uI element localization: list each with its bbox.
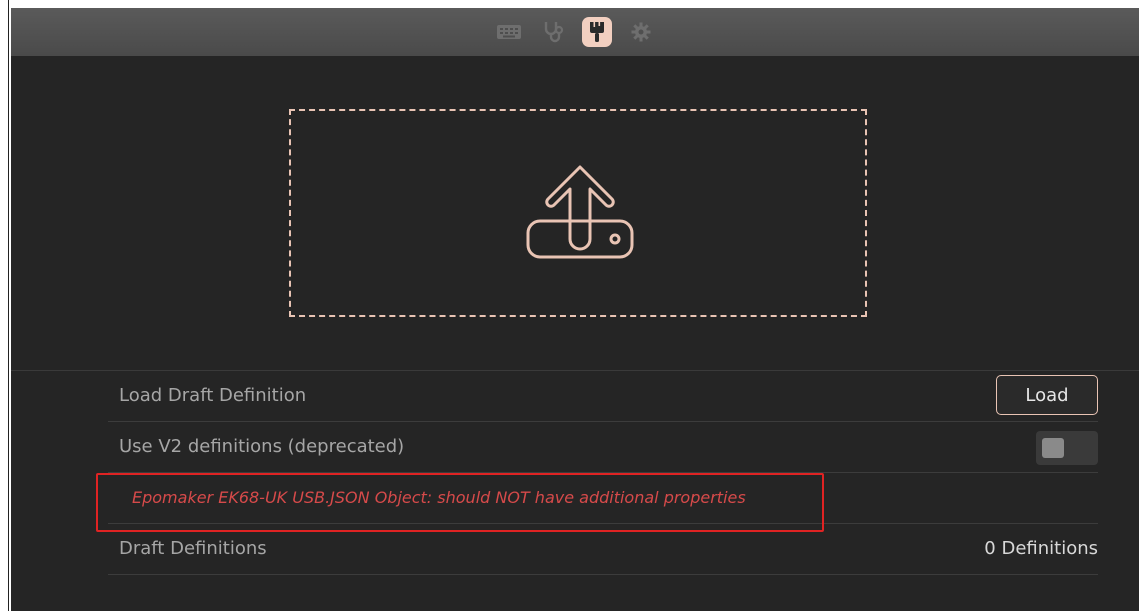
use-v2-label: Use V2 definitions (deprecated) xyxy=(119,436,405,457)
nav-design-button[interactable] xyxy=(582,17,612,47)
nav-test-button[interactable] xyxy=(538,17,568,47)
error-highlight-box xyxy=(96,473,824,532)
nav-settings-button[interactable] xyxy=(626,17,656,47)
stethoscope-icon xyxy=(544,22,564,43)
paintbrush-icon xyxy=(590,22,604,42)
nav-configure-button[interactable] xyxy=(494,17,524,47)
definitions-count: 0 Definitions xyxy=(984,538,1098,559)
draft-definitions-label: Draft Definitions xyxy=(119,538,267,559)
toggle-knob xyxy=(1042,438,1064,458)
load-draft-label: Load Draft Definition xyxy=(119,385,307,406)
load-button[interactable]: Load xyxy=(996,375,1098,415)
keyboard-icon xyxy=(497,25,521,39)
left-edge-border xyxy=(0,0,11,611)
use-v2-toggle[interactable] xyxy=(1036,431,1098,465)
upload-icon xyxy=(526,165,634,259)
gear-icon xyxy=(631,22,651,42)
load-draft-row: Load Draft Definition Load xyxy=(108,371,1098,422)
definition-dropzone[interactable] xyxy=(289,109,867,317)
app-window: Load Draft Definition Load Use V2 defini… xyxy=(11,8,1139,611)
use-v2-row: Use V2 definitions (deprecated) xyxy=(108,422,1098,473)
top-nav-bar xyxy=(11,8,1139,56)
upload-area xyxy=(11,56,1139,370)
